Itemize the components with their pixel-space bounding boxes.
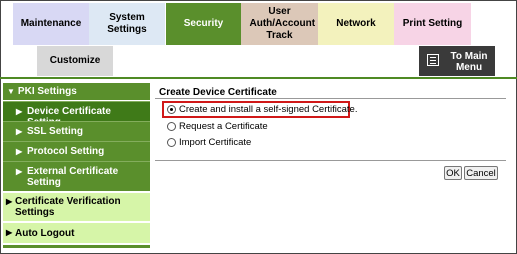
radio-icon[interactable] [167,122,176,131]
sidebar-item-external-certificate-setting[interactable]: ▶ External Certificate Setting [3,161,150,191]
sidebar-item-device-certificate-setting[interactable]: ▶ Device Certificate Setting [3,101,150,128]
content-divider [155,160,506,161]
ok-button[interactable]: OK [444,166,462,180]
triangle-right-icon: ▶ [6,197,13,206]
tab-user-auth-account-track[interactable]: User Auth/Account Track [241,3,318,45]
triangle-down-icon: ▼ [7,87,15,96]
option-import-certificate[interactable]: Import Certificate [167,137,251,148]
tab-customize[interactable]: Customize [37,46,113,76]
tab-print-setting[interactable]: Print Setting [394,3,471,45]
tab-maintenance[interactable]: Maintenance [13,3,89,45]
header-divider [0,77,517,79]
page-title: Create Device Certificate [159,87,277,98]
to-main-menu-button[interactable]: To Main Menu [419,46,495,76]
radio-selected-icon[interactable] [167,105,176,114]
main-menu-icon [427,54,439,66]
sidebar-bottom-bar [3,245,150,248]
triangle-right-icon: ▶ [16,147,23,156]
option-create-self-signed[interactable]: Create and install a self-signed Certifi… [167,104,357,115]
to-main-menu-label: To Main Menu [450,51,488,73]
sidebar-item-certificate-verification-settings[interactable]: ▶ Certificate Verification Settings [3,193,150,221]
sidebar-header-pki-settings[interactable]: ▼ PKI Settings [3,83,150,100]
sidebar-item-protocol-setting[interactable]: ▶ Protocol Setting [3,141,150,161]
sidebar-item-ssl-setting[interactable]: ▶ SSL Setting [3,121,150,141]
cancel-button[interactable]: Cancel [464,166,498,180]
tab-security[interactable]: Security [166,3,241,45]
tab-system-settings[interactable]: System Settings [89,3,165,45]
title-divider [155,98,506,99]
sidebar-item-auto-logout[interactable]: ▶ Auto Logout [3,223,150,243]
triangle-right-icon: ▶ [6,228,13,237]
triangle-right-icon: ▶ [16,107,23,116]
option-request-certificate[interactable]: Request a Certificate [167,121,268,132]
triangle-right-icon: ▶ [16,167,23,176]
triangle-right-icon: ▶ [16,127,23,136]
tab-network[interactable]: Network [318,3,394,45]
radio-icon[interactable] [167,138,176,147]
